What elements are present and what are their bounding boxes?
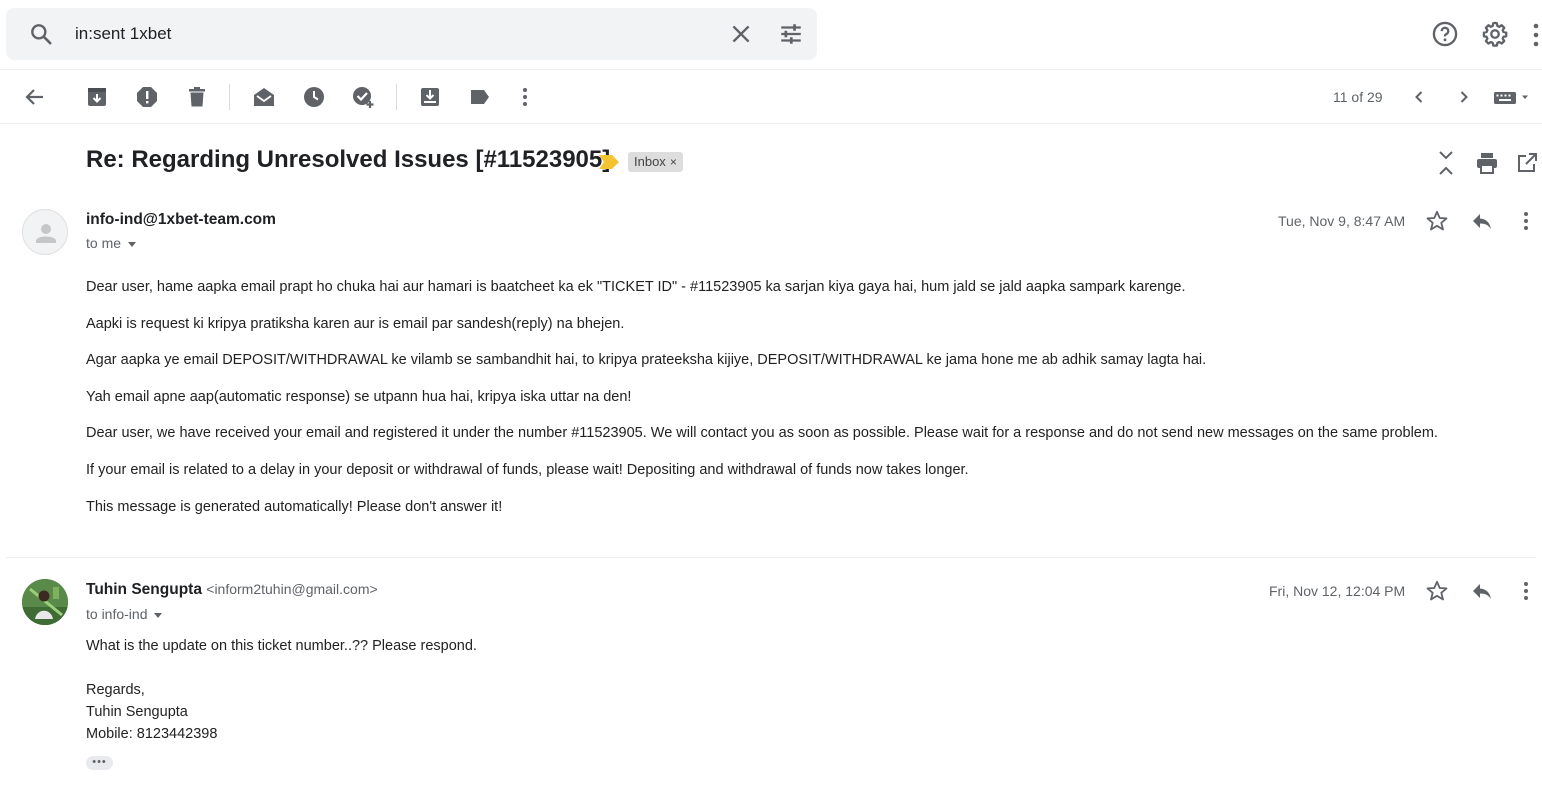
top-bar: in:sent 1xbet [0,0,1542,70]
more-vert-icon[interactable] [1530,22,1542,48]
close-icon[interactable] [728,21,754,47]
body-line [86,657,477,679]
recipients-text: to info-ind [86,606,148,622]
gear-icon[interactable] [1481,20,1509,48]
more-vert-icon[interactable] [1514,209,1538,233]
search-bar[interactable]: in:sent 1xbet [6,8,817,60]
message-toolbar: 11 of 29 [0,70,1542,124]
print-icon[interactable] [1475,151,1499,175]
show-trimmed-content-button[interactable]: ••• [86,756,113,770]
avatar[interactable] [22,579,68,625]
message-divider [6,557,1536,558]
default-avatar-icon [36,224,56,243]
importance-marker-icon[interactable] [599,155,619,169]
collapse-all-icon[interactable] [1434,151,1458,175]
open-new-window-icon[interactable] [1515,151,1539,175]
back-arrow-icon[interactable] [23,85,47,109]
avatar[interactable] [22,209,68,255]
tune-icon[interactable] [777,21,805,47]
star-icon[interactable] [1425,209,1449,233]
move-to-icon[interactable] [418,85,442,109]
recipients-text: to me [86,235,122,251]
chevron-down-icon [128,241,137,247]
body-paragraph: Dear user, we have received your email a… [86,425,1438,442]
search-input[interactable]: in:sent 1xbet [75,24,171,44]
body-line: Regards, [86,682,145,698]
sender-name[interactable]: info-ind@1xbet-team.com [86,211,276,229]
body-paragraph: Dear user, hame aapka email prapt ho chu… [86,279,1186,295]
toolbar-divider [229,84,230,110]
body-paragraph: If your email is related to a delay in y… [86,461,969,478]
mark-unread-icon[interactable] [252,85,276,109]
star-icon[interactable] [1425,579,1449,603]
archive-icon[interactable] [85,85,109,109]
recipients-dropdown[interactable]: to info-ind [86,606,163,622]
message-date: Tue, Nov 9, 8:47 AM [1278,213,1406,229]
sender-name-text: Tuhin Sengupta [86,581,202,598]
sender-email: <inform2tuhin@gmail.com> [206,581,378,597]
search-icon[interactable] [28,21,54,47]
body-paragraph: Agar aapka ye email DEPOSIT/WITHDRAWAL k… [86,352,1207,369]
inbox-label-chip[interactable]: Inbox × [628,152,683,172]
reply-icon[interactable] [1470,209,1494,233]
label-text: Inbox [634,154,666,169]
sender-name-text: info-ind@1xbet-team.com [86,211,276,228]
more-vert-icon[interactable] [513,85,537,109]
thread-header: Re: Regarding Unresolved Issues [#115239… [86,146,610,180]
add-task-icon[interactable] [351,85,375,109]
body-paragraph: This message is generated automatically!… [86,498,503,515]
body-line: What is the update on this ticket number… [86,638,477,654]
body-line: Tuhin Sengupta [86,704,188,720]
message-body: Dear user, hame aapka email prapt ho chu… [86,279,1506,535]
chevron-down-icon [154,612,163,618]
body-paragraph: Aapki is request ki kripya pratiksha kar… [86,315,625,332]
sender-name[interactable]: Tuhin Sengupta <inform2tuhin@gmail.com> [86,581,378,599]
message-date: Fri, Nov 12, 12:04 PM [1269,583,1406,599]
report-spam-icon[interactable] [135,85,159,109]
thread-subject: Re: Regarding Unresolved Issues [#115239… [86,146,611,173]
help-icon[interactable] [1431,20,1459,48]
remove-label-icon[interactable]: × [670,155,677,169]
more-vert-icon[interactable] [1514,579,1538,603]
chevron-right-icon[interactable] [1452,85,1476,109]
chevron-left-icon[interactable] [1407,85,1431,109]
reply-icon[interactable] [1470,579,1494,603]
recipients-dropdown[interactable]: to me [86,235,137,251]
label-icon[interactable] [468,85,492,109]
pager-count: 11 of 29 [1333,89,1383,105]
toolbar-divider [396,84,397,110]
profile-photo [22,579,68,625]
body-line: Mobile: 8123442398 [86,726,218,742]
snooze-icon[interactable] [302,85,326,109]
delete-icon[interactable] [185,85,209,109]
body-paragraph: Yah email apne aap(automatic response) s… [86,388,632,405]
keyboard-icon[interactable] [1494,85,1532,109]
message-body: What is the update on this ticket number… [86,635,477,745]
